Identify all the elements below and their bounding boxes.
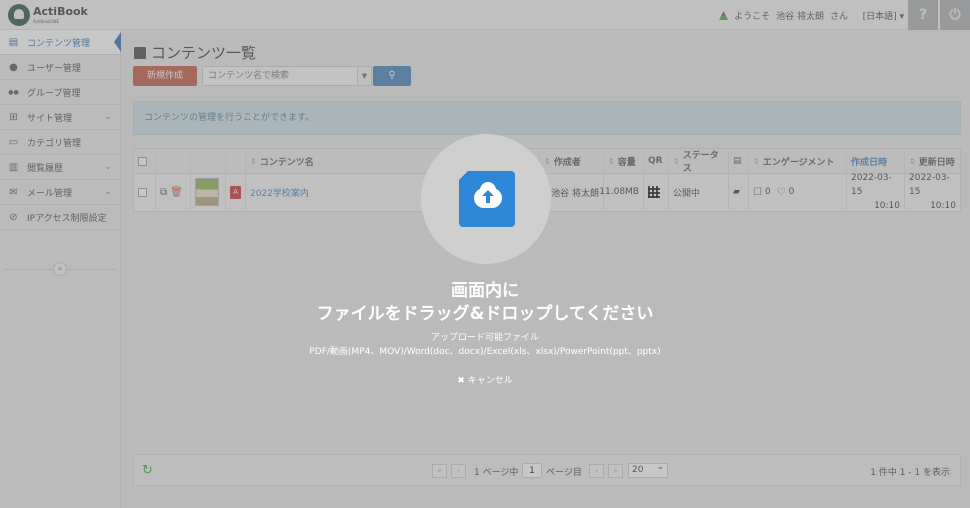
- allowed-file-types: PDF/動画(MP4、MOV)/Word(doc、docx)/Excel(xls…: [309, 347, 661, 357]
- allowed-files-label: アップロード可能ファイル: [430, 333, 539, 343]
- cancel-label: キャンセル: [467, 376, 513, 386]
- cloud-upload-icon: [459, 171, 515, 227]
- drop-overlay[interactable]: 画面内に ファイルをドラッグ&ドロップしてください アップロード可能ファイル P…: [0, 0, 970, 508]
- drop-title-line1: 画面内に: [451, 281, 519, 301]
- close-icon: ✖: [457, 376, 465, 386]
- cloud-shape: [474, 182, 502, 208]
- cancel-button[interactable]: ✖ キャンセル: [0, 373, 970, 386]
- upload-arrow-icon: [482, 190, 494, 204]
- drop-title-line2: ファイルをドラッグ&ドロップしてください: [316, 304, 654, 324]
